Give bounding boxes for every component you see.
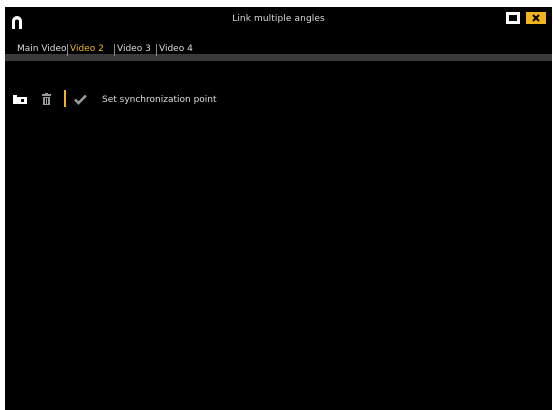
toolbar-divider — [64, 90, 66, 107]
tab-video-4[interactable]: Video 4 — [155, 43, 197, 56]
sync-toolbar: Set synchronization point — [5, 87, 552, 111]
video-tab-strip: Main Video Video 2 Video 3 Video 4 — [5, 41, 552, 63]
maximize-button[interactable] — [506, 12, 520, 24]
title-bar[interactable]: Link multiple angles — [5, 7, 552, 35]
tab-main-video[interactable]: Main Video — [13, 43, 71, 56]
tab-video-2[interactable]: Video 2 — [66, 43, 108, 56]
close-icon — [532, 14, 540, 22]
set-sync-point-button[interactable]: Set synchronization point — [102, 95, 217, 105]
tab-video-3[interactable]: Video 3 — [113, 43, 155, 56]
checkmark-icon[interactable] — [74, 94, 87, 105]
maximize-icon — [509, 15, 517, 21]
camera-icon[interactable] — [13, 94, 27, 104]
close-button[interactable] — [526, 12, 546, 24]
trash-icon[interactable] — [42, 93, 51, 105]
window-title: Link multiple angles — [232, 14, 325, 24]
link-multiple-angles-window: Link multiple angles Main Video Video 2 … — [5, 7, 552, 410]
